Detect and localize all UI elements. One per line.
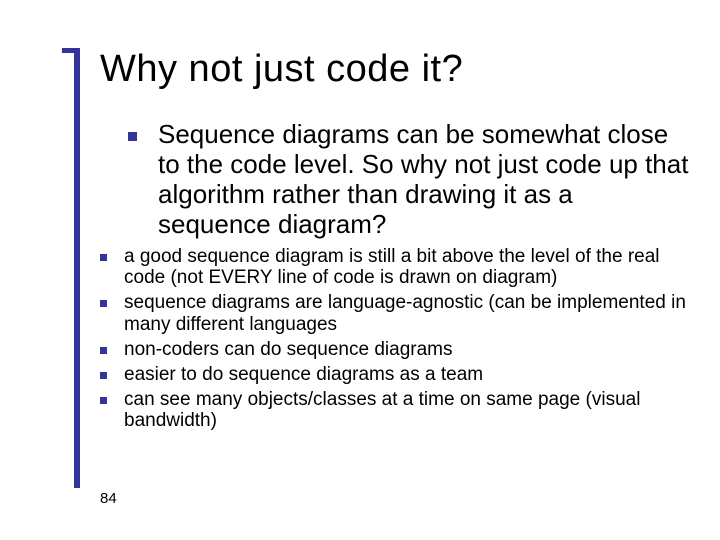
- square-bullet-icon: [100, 372, 107, 379]
- list-item: can see many objects/classes at a time o…: [100, 389, 690, 433]
- page-number: 84: [100, 490, 117, 507]
- list-item: sequence diagrams are language-agnostic …: [100, 292, 690, 336]
- list-item-text: non-coders can do sequence diagrams: [124, 339, 452, 360]
- list-item-text: can see many objects/classes at a time o…: [124, 389, 640, 432]
- list-item-text: easier to do sequence diagrams as a team: [124, 364, 483, 385]
- accent-tick: [62, 48, 74, 53]
- square-bullet-icon: [128, 132, 137, 141]
- square-bullet-icon: [100, 347, 107, 354]
- list-item: easier to do sequence diagrams as a team: [100, 364, 690, 386]
- slide-body: Sequence diagrams can be somewhat close …: [100, 120, 690, 435]
- square-bullet-icon: [100, 300, 107, 307]
- list-item: a good sequence diagram is still a bit a…: [100, 246, 690, 290]
- sub-bullet-list: a good sequence diagram is still a bit a…: [100, 246, 690, 433]
- square-bullet-icon: [100, 397, 107, 404]
- accent-bar: [74, 48, 80, 488]
- slide-title: Why not just code it?: [100, 48, 463, 91]
- list-item-text: sequence diagrams are language-agnostic …: [124, 292, 686, 335]
- slide: Why not just code it? Sequence diagrams …: [0, 0, 720, 540]
- square-bullet-icon: [100, 254, 107, 261]
- list-item: non-coders can do sequence diagrams: [100, 339, 690, 361]
- list-item-text: a good sequence diagram is still a bit a…: [124, 246, 660, 289]
- main-bullet: Sequence diagrams can be somewhat close …: [100, 120, 690, 240]
- main-bullet-text: Sequence diagrams can be somewhat close …: [158, 119, 688, 239]
